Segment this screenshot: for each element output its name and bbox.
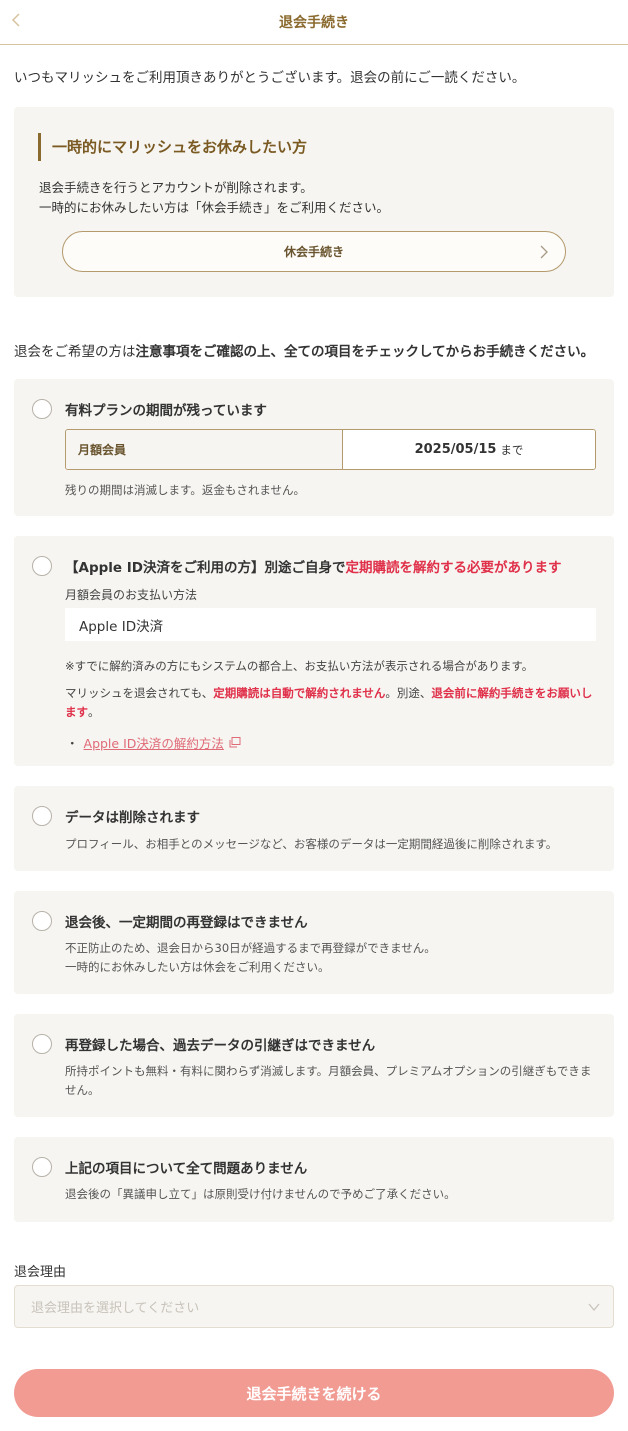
apple-title-text: 【Apple ID決済をご利用の方】別途ご自身で — [65, 560, 346, 576]
link-bullet: ・ — [66, 736, 79, 751]
apple-title-warning: 定期購読を解約する必要があります — [345, 560, 562, 576]
chevron-right-icon — [540, 245, 548, 259]
notice-bold-text: 注意事項をご確認の上、全ての項目をチェックしてからお手続きください。 — [135, 344, 595, 360]
external-link-icon — [229, 737, 241, 748]
reason-select[interactable]: 退会理由を選択してください — [14, 1285, 614, 1328]
intro-text: いつもマリッシュをご利用頂きありがとうございます。退会の前にご一読ください。 — [14, 70, 526, 86]
warning-text: マリッシュを退会されても、 — [65, 686, 214, 700]
plan-label: 月額会員 — [66, 430, 343, 469]
checklist-radio-reregistration[interactable] — [32, 911, 52, 931]
checklist-description: 不正防止のため、退会日から30日が経過するまで再登録ができません。 一時的にお休… — [65, 939, 436, 977]
plan-date-suffix: まで — [500, 442, 524, 457]
checklist-item-plan: 有料プランの期間が残っています 月額会員 2025/05/15 まで 残りの期間は… — [14, 379, 614, 516]
pause-heading: 一時的にマリッシュをお休みしたい方 — [38, 133, 307, 161]
notice-text: 退会をご希望の方は — [14, 344, 136, 360]
plan-date: 2025/05/15 — [414, 442, 497, 457]
pause-procedure-button[interactable]: 休会手続き — [62, 231, 566, 272]
checklist-item-reregistration: 退会後、一定期間の再登録はできません 不正防止のため、退会日から30日が経過する… — [14, 891, 614, 994]
checklist-description: プロフィール、お相手とのメッセージなど、お客様のデータは一定期間経過後に削除され… — [65, 837, 558, 851]
reason-placeholder: 退会理由を選択してください — [31, 1301, 200, 1316]
checklist-title: 有料プランの期間が残っています — [65, 403, 267, 419]
subscription-warning: マリッシュを退会されても、定期購読は自動で解約されません。別途、退会前に解約手続… — [65, 684, 600, 722]
description-line: 一時的にお休みしたい方は休会をご利用ください。 — [65, 960, 330, 974]
pause-description: 退会手続きを行うとアカウントが削除されます。 一時的にお休みしたい方は「休会手続… — [39, 178, 389, 218]
warning-highlight: 定期購読は自動で解約されません — [213, 686, 386, 700]
pause-section: 一時的にマリッシュをお休みしたい方 退会手続きを行うとアカウントが削除されます。… — [14, 107, 614, 297]
checklist-title: 退会後、一定期間の再登録はできません — [65, 915, 308, 931]
checklist-description: 残りの期間は消滅します。返金もされません。 — [65, 483, 306, 497]
checklist-description: 退会後の「異議申し立て」は原則受け付けませんので予めご了承ください。 — [65, 1187, 456, 1201]
checklist-radio-plan[interactable] — [32, 399, 52, 419]
continue-withdrawal-button[interactable]: 退会手続きを続ける — [14, 1369, 614, 1417]
checklist-title: 上記の項目について全て問題ありません — [65, 1161, 308, 1177]
checklist-title: データは削除されます — [65, 810, 200, 826]
warning-text: 。 — [88, 705, 100, 719]
checklist-item-confirm-all: 上記の項目について全て問題ありません 退会後の「異議申し立て」は原則受け付けませ… — [14, 1137, 614, 1222]
checklist-radio-data-transfer[interactable] — [32, 1034, 52, 1054]
chevron-down-icon — [588, 1303, 600, 1312]
plan-table: 月額会員 2025/05/15 まで — [65, 429, 596, 470]
apple-id-cancel-link[interactable]: Apple ID決済の解約方法 — [84, 733, 224, 752]
cancel-guide-link-row: ・ Apple ID決済の解約方法 — [66, 733, 241, 752]
checklist-item-data-deletion: データは削除されます プロフィール、お相手とのメッセージなど、お客様のデータは一… — [14, 786, 614, 871]
page-title: 退会手続き — [279, 15, 349, 31]
payment-method-label: 月額会員のお支払い方法 — [65, 588, 198, 602]
warning-text: 。別途、 — [385, 686, 432, 700]
checklist-description: 所持ポイントも無料・有料に関わらず消滅します。月額会員、プレミアムオプションの引… — [65, 1064, 592, 1097]
checklist-radio-apple-id[interactable] — [32, 556, 52, 576]
checklist-radio-confirm-all[interactable] — [32, 1157, 52, 1177]
checklist-title: 【Apple ID決済をご利用の方】別途ご自身で定期購読を解約する必要があります — [65, 556, 562, 576]
checklist-title: 再登録した場合、過去データの引継ぎはできません — [65, 1038, 376, 1054]
payment-method-value: Apple ID決済 — [65, 608, 596, 641]
plan-expiry: 2025/05/15 まで — [343, 430, 595, 469]
pause-button-label: 休会手続き — [283, 245, 344, 259]
page-header: 退会手続き — [0, 0, 628, 45]
checklist-radio-data-deletion[interactable] — [32, 806, 52, 826]
payment-note: ※すでに解約済みの方にもシステムの都合上、お支払い方法が表示される場合があります… — [65, 659, 534, 673]
reason-label: 退会理由 — [14, 1265, 67, 1280]
checklist-item-apple-id: 【Apple ID決済をご利用の方】別途ご自身で定期購読を解約する必要があります… — [14, 536, 614, 766]
pause-description-line1: 退会手続きを行うとアカウントが削除されます。 — [39, 180, 313, 195]
pause-description-line2: 一時的にお休みしたい方は「休会手続き」をご利用ください。 — [39, 200, 390, 215]
description-line: 不正防止のため、退会日から30日が経過するまで再登録ができません。 — [65, 941, 436, 955]
checklist-instructions: 退会をご希望の方は注意事項をご確認の上、全ての項目をチェックしてからお手続きくだ… — [14, 340, 594, 360]
checklist-item-data-transfer: 再登録した場合、過去データの引継ぎはできません 所持ポイントも無料・有料に関わら… — [14, 1014, 614, 1117]
